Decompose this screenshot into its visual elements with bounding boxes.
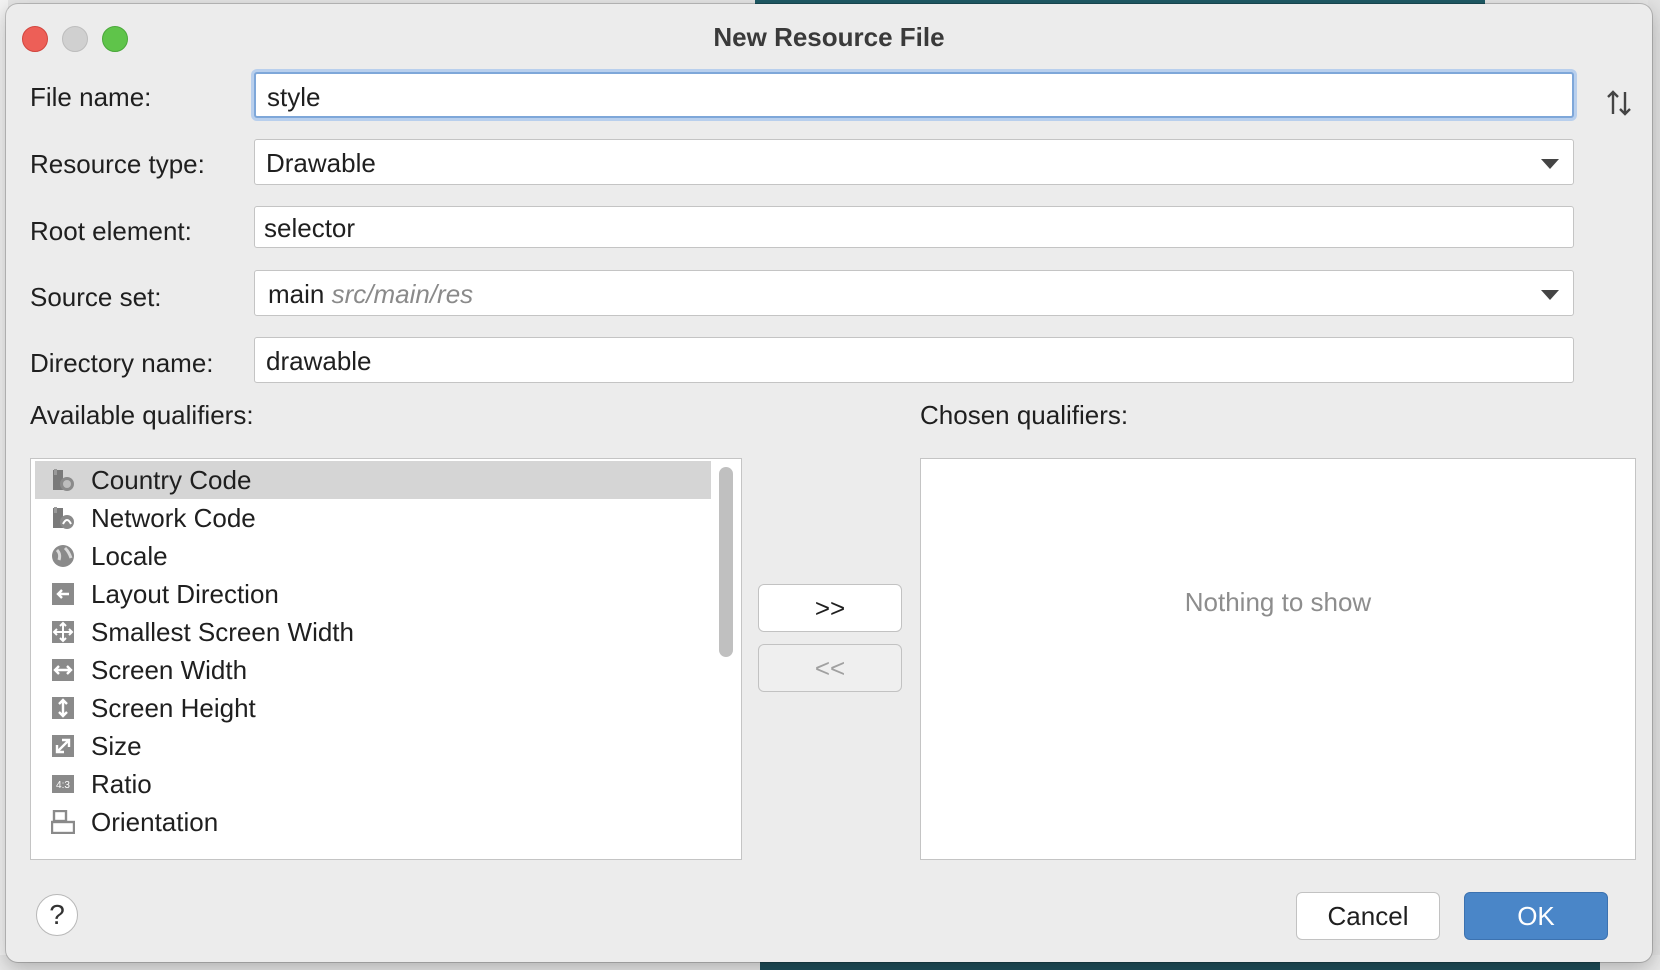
help-button[interactable]: ? bbox=[36, 894, 78, 936]
directory-name-label: Directory name: bbox=[30, 348, 214, 378]
orientation-icon bbox=[51, 810, 75, 834]
smallest-screen-width-icon bbox=[52, 621, 74, 643]
remove-qualifier-button[interactable]: << bbox=[758, 644, 902, 692]
file-name-value: style bbox=[267, 82, 321, 112]
ok-button[interactable]: OK bbox=[1464, 892, 1608, 940]
country-code-icon bbox=[53, 469, 74, 491]
source-set-path: src/main/res bbox=[331, 279, 474, 309]
source-set-label: Source set: bbox=[30, 282, 162, 312]
chevron-down-icon bbox=[1541, 159, 1559, 169]
directory-name-value: drawable bbox=[266, 346, 372, 376]
source-set-value: main bbox=[268, 279, 325, 309]
dialog-title: New Resource File bbox=[713, 22, 945, 52]
root-element-label: Root element: bbox=[30, 216, 192, 246]
directory-name-input[interactable]: drawable bbox=[254, 337, 1574, 383]
list-item[interactable]: Screen Width bbox=[35, 651, 711, 689]
resource-type-value: Drawable bbox=[266, 148, 376, 178]
file-name-label: File name: bbox=[30, 82, 152, 112]
layout-direction-icon bbox=[52, 583, 74, 605]
screen-width-icon bbox=[52, 659, 74, 681]
scrollbar-thumb[interactable] bbox=[719, 467, 733, 657]
available-qualifiers-label: Available qualifiers: bbox=[30, 400, 254, 430]
available-qualifiers-list[interactable]: Country Code Network Code Locale Layout … bbox=[30, 458, 742, 860]
svg-text:4:3: 4:3 bbox=[56, 780, 70, 791]
add-qualifier-button[interactable]: >> bbox=[758, 584, 902, 632]
globe-icon bbox=[52, 545, 74, 567]
sort-icon[interactable] bbox=[1604, 88, 1634, 118]
list-item[interactable]: Smallest Screen Width bbox=[35, 613, 711, 651]
list-item[interactable]: Layout Direction bbox=[35, 575, 711, 613]
resource-type-label: Resource type: bbox=[30, 149, 205, 179]
list-item[interactable]: Screen Height bbox=[35, 689, 711, 727]
list-item[interactable]: Country Code bbox=[35, 461, 711, 499]
list-item[interactable]: Locale bbox=[35, 537, 711, 575]
size-icon bbox=[52, 735, 74, 757]
list-item[interactable]: Orientation bbox=[35, 803, 711, 841]
list-item[interactable]: 4:3 Ratio bbox=[35, 765, 711, 803]
resource-type-dropdown[interactable]: Drawable bbox=[254, 139, 1574, 185]
ratio-icon: 4:3 bbox=[52, 775, 74, 793]
chosen-qualifiers-list[interactable]: Nothing to show bbox=[920, 458, 1636, 860]
chevron-down-icon bbox=[1541, 290, 1559, 300]
root-element-value: selector bbox=[264, 213, 356, 243]
list-item[interactable]: Size bbox=[35, 727, 711, 765]
root-element-input[interactable]: selector bbox=[254, 206, 1574, 248]
source-set-dropdown[interactable]: main src/main/res bbox=[254, 270, 1574, 316]
chosen-qualifiers-label: Chosen qualifiers: bbox=[920, 400, 1129, 430]
screen-height-icon bbox=[52, 697, 74, 719]
cancel-button[interactable]: Cancel bbox=[1296, 892, 1440, 940]
empty-state-text: Nothing to show bbox=[1184, 587, 1372, 617]
file-name-input[interactable]: style bbox=[254, 72, 1574, 118]
network-code-icon bbox=[53, 507, 74, 529]
new-resource-file-dialog: New Resource File File name: style Resou… bbox=[6, 4, 1652, 962]
list-item[interactable]: Network Code bbox=[35, 499, 711, 537]
